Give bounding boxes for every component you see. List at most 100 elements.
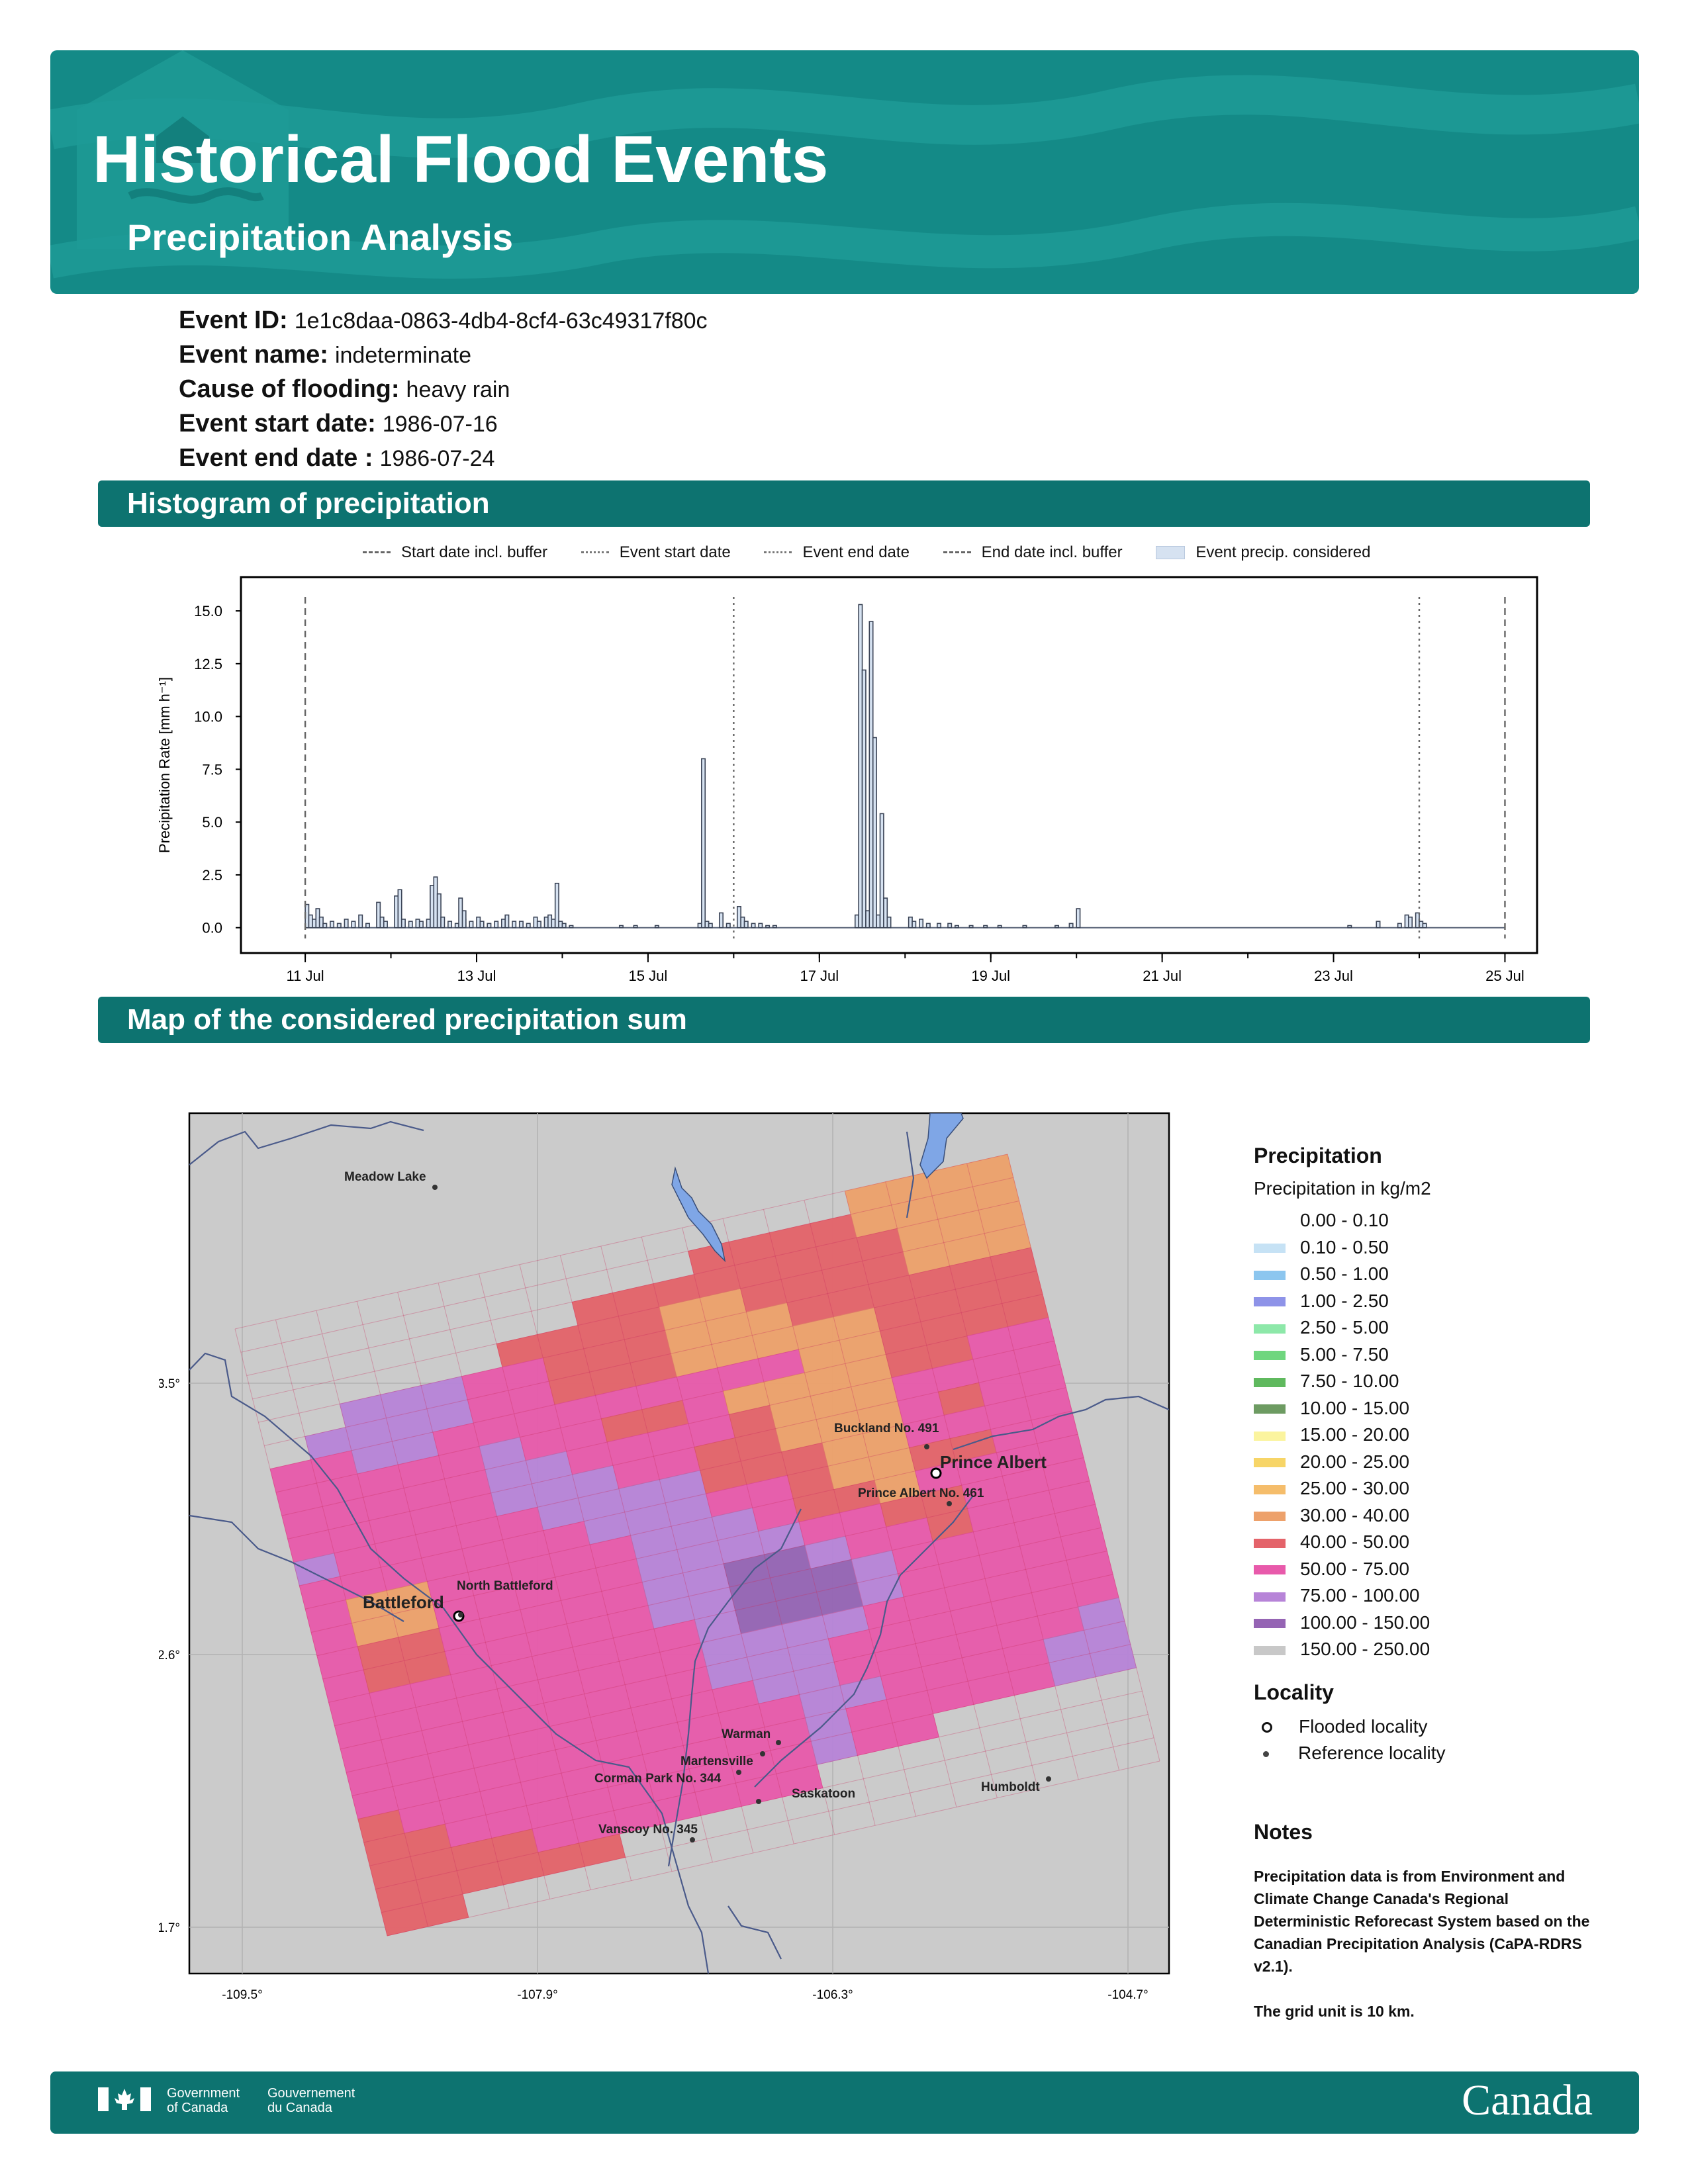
legend-class-row: 15.00 - 20.00: [1254, 1422, 1446, 1449]
precip-bar: [1404, 914, 1409, 929]
precip-bar: [536, 921, 541, 929]
y-tick-label: 7.5: [202, 761, 222, 778]
lat-tick-label: +51.7°: [159, 1921, 180, 1935]
locality-label: Saskatoon: [792, 1787, 855, 1801]
legend-class-label: 5.00 - 7.50: [1300, 1343, 1389, 1365]
legend-class-row: 30.00 - 40.00: [1254, 1502, 1446, 1529]
legend-class-row: 40.00 - 50.00: [1254, 1529, 1446, 1556]
legend-swatch: [1254, 1297, 1286, 1307]
precip-bar: [1408, 916, 1413, 929]
precip-bar: [1055, 925, 1060, 929]
page-title: Historical Flood Events: [93, 122, 829, 197]
x-tick-label: 17 Jul: [800, 968, 839, 984]
legend-class-label: 10.00 - 15.00: [1300, 1397, 1410, 1418]
locality-label: Battleford: [363, 1592, 444, 1612]
precip-bar: [701, 758, 706, 929]
canada-flag-icon: [98, 2087, 151, 2111]
precip-bar: [912, 921, 917, 929]
event-name-value: indeterminate: [334, 343, 471, 368]
cause-label: Cause of flooding:: [179, 375, 400, 403]
precip-bar: [518, 921, 524, 929]
precip-bar: [1022, 925, 1027, 929]
precip-bar: [908, 916, 913, 929]
legend-swatch: [1254, 1538, 1286, 1548]
map-legend: Precipitation Precipitation in kg/m2 0.0…: [1254, 1144, 1446, 1767]
precip-bar: [968, 925, 974, 929]
legend-swatch: [1254, 1431, 1286, 1441]
precip-bar: [415, 919, 420, 929]
legend-swatch: [1254, 1592, 1286, 1602]
legend-item-event-precip: Event precip. considered: [1156, 543, 1370, 562]
precip-bar: [500, 919, 506, 929]
precip-bar: [487, 923, 492, 929]
event-id-label: Event ID:: [179, 306, 288, 334]
legend-class-label: 0.00 - 0.10: [1300, 1210, 1389, 1230]
legend-class-label: 7.50 - 10.00: [1300, 1371, 1399, 1391]
legend-item-start-buffer: Start date incl. buffer: [363, 543, 547, 562]
precip-bar: [743, 921, 749, 929]
legend-swatch: [1254, 1404, 1286, 1414]
legend-swatch: [1254, 1458, 1286, 1468]
precip-bar: [376, 901, 381, 929]
locality-label: Vanscoy No. 345: [598, 1823, 698, 1837]
legend-class-row: 2.50 - 5.00: [1254, 1314, 1446, 1342]
precip-bar: [1419, 921, 1424, 929]
precip-bar: [551, 919, 556, 929]
x-tick-label: 21 Jul: [1143, 968, 1182, 984]
reference-locality-marker: [760, 1751, 765, 1756]
reference-locality-marker: [1046, 1776, 1051, 1782]
legend-class-row: 150.00 - 250.00: [1254, 1636, 1446, 1663]
y-tick-label: 15.0: [194, 603, 222, 619]
histogram-section-header: Histogram of precipitation: [98, 480, 1590, 527]
x-tick-label: 15 Jul: [629, 968, 668, 984]
reference-locality-marker: [690, 1837, 695, 1843]
legend-class-row: 50.00 - 75.00: [1254, 1556, 1446, 1583]
legend-swatch: [1254, 1216, 1286, 1226]
precip-bar: [308, 914, 313, 929]
legend-swatch: [1254, 1324, 1286, 1334]
legend-flooded-locality: Flooded locality: [1254, 1713, 1446, 1741]
precip-bar: [494, 921, 499, 929]
reference-locality-marker: [736, 1770, 741, 1775]
precip-bar: [865, 910, 870, 929]
legend-swatch: [1254, 1619, 1286, 1629]
precip-bar: [879, 813, 884, 929]
legend-title: Precipitation: [1254, 1144, 1382, 1167]
map-section-header: Map of the considered precipitation sum: [98, 997, 1590, 1043]
precip-bar: [854, 914, 859, 929]
legend-class-row: 0.10 - 0.50: [1254, 1234, 1446, 1261]
reference-locality-marker: [458, 1612, 463, 1617]
precip-bar: [322, 923, 328, 929]
legend-class-row: 75.00 - 100.00: [1254, 1582, 1446, 1610]
page-subtitle: Precipitation Analysis: [127, 216, 513, 258]
precip-bar: [512, 921, 517, 929]
precip-bar: [726, 923, 731, 929]
precip-bar: [1397, 923, 1402, 929]
y-axis-label: Precipitation Rate [mm h⁻¹]: [156, 677, 173, 853]
precip-bar: [454, 923, 459, 929]
legend-class-row: 25.00 - 30.00: [1254, 1475, 1446, 1502]
legend-class-row: 100.00 - 150.00: [1254, 1610, 1446, 1637]
precip-bar: [872, 737, 877, 929]
legend-class-label: 0.10 - 0.50: [1300, 1236, 1389, 1257]
precip-bar: [504, 914, 510, 929]
precip-bar: [397, 889, 402, 929]
x-tick-label: 23 Jul: [1314, 968, 1353, 984]
precip-bar: [886, 916, 892, 929]
precip-bar: [1068, 923, 1074, 929]
end-date-label: Event end date :: [179, 444, 373, 472]
precip-bar: [554, 882, 559, 929]
legend-class-label: 0.50 - 1.00: [1300, 1263, 1389, 1284]
legend-swatch: [1254, 1645, 1286, 1655]
precip-bar: [1376, 921, 1381, 929]
precip-bar: [654, 925, 659, 929]
x-tick-label: 11 Jul: [287, 968, 324, 984]
precip-bar: [740, 916, 745, 929]
precip-bar: [344, 919, 349, 929]
lat-tick-label: +52.6°: [159, 1649, 180, 1662]
legend-class-row: 10.00 - 15.00: [1254, 1395, 1446, 1422]
gov-fr-line2: du Canada: [267, 2101, 332, 2115]
precip-bar: [858, 604, 863, 929]
precip-bar: [351, 921, 356, 929]
locality-label: Prince Albert: [940, 1452, 1047, 1472]
